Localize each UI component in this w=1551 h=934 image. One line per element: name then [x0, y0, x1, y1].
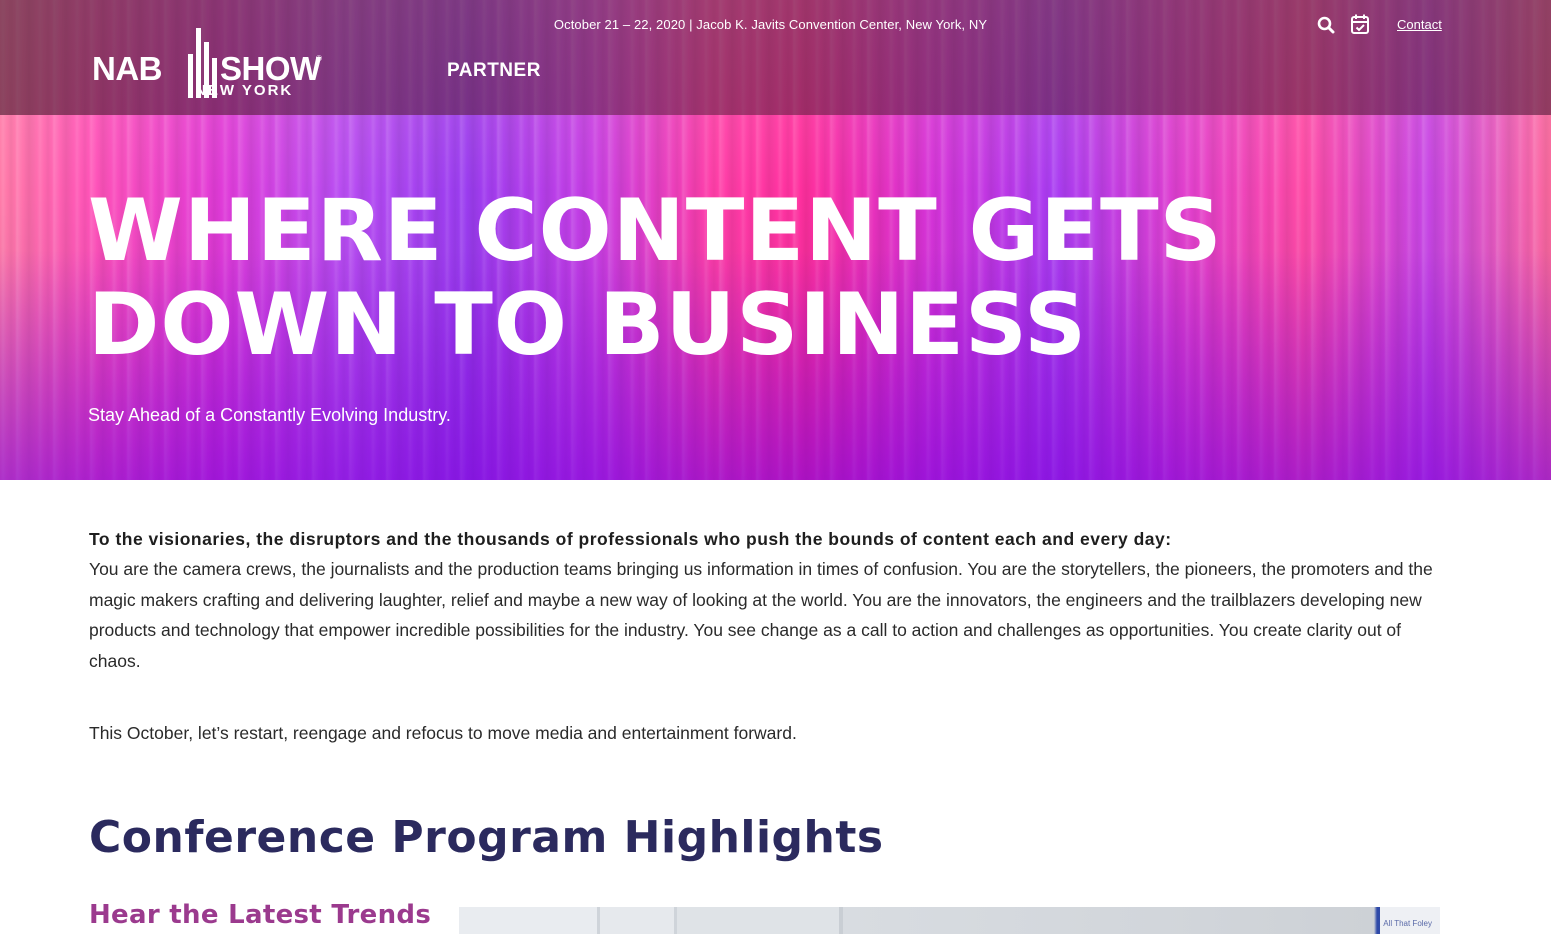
- search-icon[interactable]: [1317, 16, 1339, 38]
- nab-show-logo[interactable]: NAB SHOW ® NEW YORK: [90, 28, 325, 102]
- photo-tag-text: All That Foley: [1383, 919, 1432, 928]
- contact-link[interactable]: Contact: [1397, 17, 1442, 32]
- intro-section: To the visionaries, the disruptors and t…: [89, 524, 1449, 676]
- hero-subtitle: Stay Ahead of a Constantly Evolving Indu…: [88, 405, 451, 425]
- site-header: October 21 – 22, 2020 | Jacob K. Javits …: [0, 0, 1551, 115]
- hero-title-line-1: WHERE CONTENT GETS: [88, 181, 1223, 281]
- logo-registered-mark: ®: [316, 54, 322, 63]
- program-section-title: Conference Program Highlights: [89, 812, 884, 863]
- hero-banner: October 21 – 22, 2020 | Jacob K. Javits …: [0, 0, 1551, 480]
- logo-subline: NEW YORK: [195, 82, 294, 99]
- intro-closing: This October, let’s restart, reengage an…: [89, 723, 797, 743]
- calendar-check-icon[interactable]: [1350, 13, 1372, 35]
- logo-word-nab: NAB: [92, 50, 163, 87]
- intro-lead: To the visionaries, the disruptors and t…: [89, 529, 1172, 549]
- hero-title-line-2: DOWN TO BUSINESS: [88, 275, 1088, 375]
- intro-body: You are the camera crews, the journalist…: [89, 559, 1433, 671]
- program-subtitle: Hear the Latest Trends: [89, 900, 432, 930]
- hero-title: WHERE CONTENT GETS DOWN TO BUSINESS: [88, 184, 1223, 372]
- program-photo: All That Foley: [459, 907, 1440, 934]
- nav-partner-link[interactable]: PARTNER: [447, 60, 541, 82]
